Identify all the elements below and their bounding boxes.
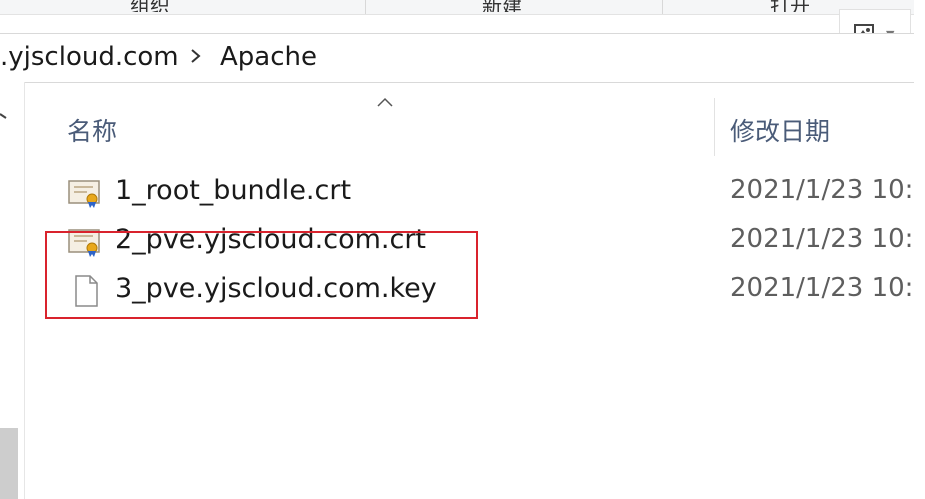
file-date: 2021/1/23 10:4 bbox=[730, 273, 925, 303]
breadcrumb-domain[interactable]: .yjscloud.com bbox=[0, 42, 179, 72]
column-header: 名称 修改日期 bbox=[24, 82, 925, 158]
file-date: 2021/1/23 10:4 bbox=[730, 175, 925, 205]
ribbon-strip: 组织 新建 打开 bbox=[0, 0, 925, 15]
column-date-header[interactable]: 修改日期 bbox=[730, 112, 830, 148]
file-row[interactable]: 1_root_bundle.crt 2021/1/23 10:4 bbox=[60, 169, 925, 217]
ribbon-group-organize[interactable]: 组织 bbox=[130, 0, 170, 12]
file-name[interactable]: 1_root_bundle.crt bbox=[115, 175, 351, 206]
ribbon-group-open[interactable]: 打开 bbox=[770, 0, 810, 12]
navigation-pane bbox=[0, 82, 25, 499]
certificate-icon bbox=[68, 180, 100, 208]
ribbon-separator bbox=[365, 0, 366, 14]
highlight-box bbox=[45, 231, 478, 319]
column-divider[interactable] bbox=[714, 98, 715, 156]
window-edge bbox=[914, 0, 925, 499]
chevron-icon[interactable] bbox=[0, 108, 12, 124]
ribbon-group-new[interactable]: 新建 bbox=[482, 0, 522, 12]
breadcrumb-apache[interactable]: Apache bbox=[220, 42, 317, 72]
sort-up-icon bbox=[377, 97, 393, 107]
scrollbar-thumb[interactable] bbox=[0, 428, 18, 499]
chevron-right-icon[interactable] bbox=[188, 44, 204, 68]
ribbon-separator bbox=[662, 0, 663, 14]
address-bar[interactable]: .yjscloud.com Apache bbox=[0, 33, 925, 83]
column-name-header[interactable]: 名称 bbox=[67, 112, 117, 148]
file-date: 2021/1/23 10:4 bbox=[730, 224, 925, 254]
